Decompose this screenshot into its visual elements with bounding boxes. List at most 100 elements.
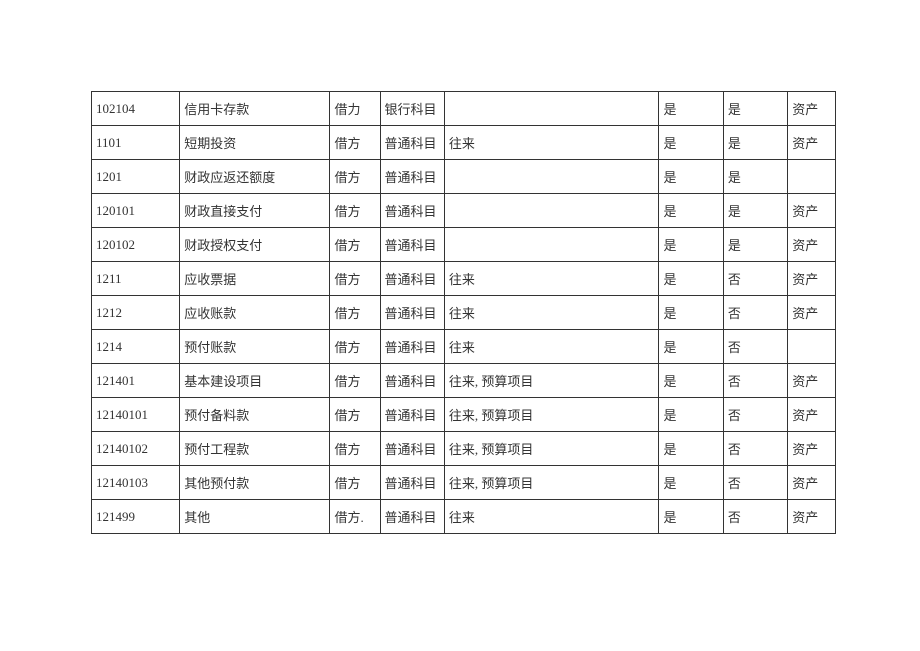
cell-yes2: 否 bbox=[723, 466, 787, 500]
cell-code: 102104 bbox=[92, 92, 180, 126]
cell-aux: 往来, 预算项目 bbox=[444, 466, 659, 500]
table-row: 1201财政应返还额度借方普通科目是是 bbox=[92, 160, 836, 194]
cell-name: 应收账款 bbox=[180, 296, 330, 330]
cell-debit: 借方. bbox=[330, 500, 380, 534]
cell-asset bbox=[788, 330, 836, 364]
cell-code: 1101 bbox=[92, 126, 180, 160]
table-row: 12140101预付备料款借方普通科目往来, 预算项目是否资产 bbox=[92, 398, 836, 432]
cell-yes1: 是 bbox=[659, 500, 723, 534]
cell-name: 应收票据 bbox=[180, 262, 330, 296]
cell-asset: 资产 bbox=[788, 92, 836, 126]
cell-yes1: 是 bbox=[659, 160, 723, 194]
cell-yes2: 是 bbox=[723, 228, 787, 262]
cell-subject: 普通科目 bbox=[380, 432, 444, 466]
cell-code: 12140101 bbox=[92, 398, 180, 432]
cell-aux: 往来 bbox=[444, 296, 659, 330]
cell-yes1: 是 bbox=[659, 262, 723, 296]
cell-subject: 普通科目 bbox=[380, 500, 444, 534]
table-row: 12140103其他预付款借方普通科目往来, 预算项目是否资产 bbox=[92, 466, 836, 500]
cell-name: 信用卡存款 bbox=[180, 92, 330, 126]
cell-aux bbox=[444, 228, 659, 262]
cell-yes2: 否 bbox=[723, 364, 787, 398]
cell-yes2: 否 bbox=[723, 296, 787, 330]
cell-yes2: 是 bbox=[723, 92, 787, 126]
cell-name: 短期投资 bbox=[180, 126, 330, 160]
cell-aux: 往来 bbox=[444, 330, 659, 364]
table-row: 1101短期投资借方普通科目往来是是资产 bbox=[92, 126, 836, 160]
cell-aux: 往来 bbox=[444, 500, 659, 534]
cell-debit: 借力 bbox=[330, 92, 380, 126]
cell-aux: 往来, 预算项目 bbox=[444, 432, 659, 466]
table-row: 120102财政授权支付借方普通科目是是资产 bbox=[92, 228, 836, 262]
table-row: 12140102预付工程款借方普通科目往来, 预算项目是否资产 bbox=[92, 432, 836, 466]
cell-debit: 借方 bbox=[330, 432, 380, 466]
table-row: 121401基本建设项目借方普通科目往来, 预算项目是否资产 bbox=[92, 364, 836, 398]
cell-debit: 借方 bbox=[330, 330, 380, 364]
table-row: 121499其他借方.普通科目往来是否资产 bbox=[92, 500, 836, 534]
table-row: 120101财政直接支付借方普通科目是是资产 bbox=[92, 194, 836, 228]
cell-code: 1211 bbox=[92, 262, 180, 296]
cell-code: 1212 bbox=[92, 296, 180, 330]
cell-code: 120101 bbox=[92, 194, 180, 228]
cell-subject: 普通科目 bbox=[380, 364, 444, 398]
cell-name: 预付工程款 bbox=[180, 432, 330, 466]
cell-subject: 普通科目 bbox=[380, 228, 444, 262]
cell-subject: 普通科目 bbox=[380, 296, 444, 330]
cell-debit: 借方 bbox=[330, 126, 380, 160]
table-row: 102104信用卡存款借力银行科目是是资产 bbox=[92, 92, 836, 126]
cell-name: 其他预付款 bbox=[180, 466, 330, 500]
cell-subject: 普通科目 bbox=[380, 160, 444, 194]
table-row: 1214预付账款借方普通科目往来是否 bbox=[92, 330, 836, 364]
cell-yes1: 是 bbox=[659, 126, 723, 160]
cell-subject: 普通科目 bbox=[380, 398, 444, 432]
cell-yes2: 是 bbox=[723, 194, 787, 228]
cell-asset: 资产 bbox=[788, 466, 836, 500]
cell-debit: 借方 bbox=[330, 398, 380, 432]
cell-name: 财政应返还额度 bbox=[180, 160, 330, 194]
cell-asset: 资产 bbox=[788, 432, 836, 466]
accounts-table: 102104信用卡存款借力银行科目是是资产1101短期投资借方普通科目往来是是资… bbox=[91, 91, 836, 534]
cell-name: 基本建设项目 bbox=[180, 364, 330, 398]
cell-yes1: 是 bbox=[659, 92, 723, 126]
cell-aux: 往来, 预算项目 bbox=[444, 364, 659, 398]
cell-asset: 资产 bbox=[788, 228, 836, 262]
table-row: 1211应收票据借方普通科目往来是否资产 bbox=[92, 262, 836, 296]
cell-name: 财政直接支付 bbox=[180, 194, 330, 228]
cell-asset: 资产 bbox=[788, 500, 836, 534]
cell-debit: 借方 bbox=[330, 228, 380, 262]
cell-debit: 借方 bbox=[330, 262, 380, 296]
cell-debit: 借方 bbox=[330, 160, 380, 194]
cell-aux bbox=[444, 194, 659, 228]
cell-yes2: 否 bbox=[723, 330, 787, 364]
cell-subject: 普通科目 bbox=[380, 126, 444, 160]
cell-subject: 普通科目 bbox=[380, 466, 444, 500]
cell-yes2: 否 bbox=[723, 432, 787, 466]
cell-asset: 资产 bbox=[788, 398, 836, 432]
cell-aux: 往来 bbox=[444, 126, 659, 160]
cell-asset: 资产 bbox=[788, 126, 836, 160]
table-row: 1212应收账款借方普通科目往来是否资产 bbox=[92, 296, 836, 330]
cell-yes2: 是 bbox=[723, 160, 787, 194]
cell-subject: 普通科目 bbox=[380, 262, 444, 296]
cell-subject: 银行科目 bbox=[380, 92, 444, 126]
cell-yes1: 是 bbox=[659, 228, 723, 262]
cell-subject: 普通科目 bbox=[380, 330, 444, 364]
cell-asset: 资产 bbox=[788, 194, 836, 228]
cell-name: 预付备料款 bbox=[180, 398, 330, 432]
cell-yes2: 是 bbox=[723, 126, 787, 160]
cell-yes1: 是 bbox=[659, 296, 723, 330]
cell-aux: 往来 bbox=[444, 262, 659, 296]
cell-yes2: 否 bbox=[723, 398, 787, 432]
cell-yes1: 是 bbox=[659, 194, 723, 228]
cell-name: 财政授权支付 bbox=[180, 228, 330, 262]
cell-name: 预付账款 bbox=[180, 330, 330, 364]
cell-code: 121401 bbox=[92, 364, 180, 398]
cell-yes1: 是 bbox=[659, 466, 723, 500]
cell-yes1: 是 bbox=[659, 432, 723, 466]
cell-asset: 资产 bbox=[788, 262, 836, 296]
cell-yes1: 是 bbox=[659, 364, 723, 398]
cell-aux: 往来, 预算项目 bbox=[444, 398, 659, 432]
cell-yes1: 是 bbox=[659, 398, 723, 432]
cell-code: 120102 bbox=[92, 228, 180, 262]
cell-name: 其他 bbox=[180, 500, 330, 534]
